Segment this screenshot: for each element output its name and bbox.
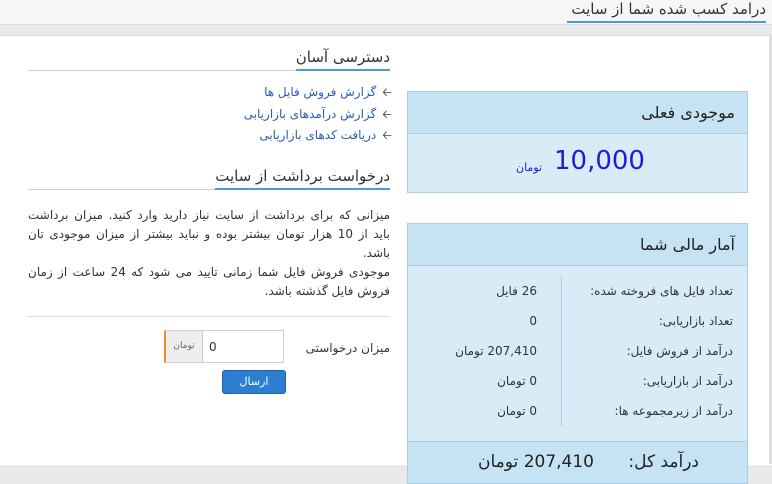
withdraw-heading: درخواست برداشت از سایت — [28, 166, 390, 190]
stat-value-files-sold: 26 فایل — [496, 284, 537, 298]
divider — [28, 316, 390, 317]
withdraw-description: میزانی که برای برداشت از سایت نیاز دارید… — [28, 206, 390, 301]
stat-label-file-sales-income: درآمد از فروش فایل: — [626, 344, 733, 358]
financial-stats-card: آمار مالی شما تعداد فایل های فروخته شده:… — [407, 223, 748, 484]
stat-value-subset-income: 0 تومان — [497, 404, 537, 418]
total-income-value: 207,410 تومان — [478, 452, 594, 472]
stat-value-file-sales-income: 207,410 تومان — [455, 344, 537, 358]
stat-value-marketing-count: 0 — [529, 314, 537, 328]
quick-link-get-marketing-codes[interactable]: 🡠 دریافت کدهای بازاریابی — [152, 126, 392, 144]
stats-title: آمار مالی شما — [408, 224, 747, 266]
stats-divider — [561, 276, 562, 426]
balance-amount: 10,000 — [554, 146, 645, 176]
page-title: درامد کسب شده شما از سایت — [567, 0, 766, 23]
withdraw-title: درخواست برداشت از سایت — [215, 166, 390, 190]
requested-amount-label: میزان درخواستی — [305, 341, 390, 355]
balance-title: موجودی فعلی — [408, 92, 747, 134]
quick-link-label[interactable]: گزارش درآمدهای بازاریابی — [244, 107, 377, 121]
withdraw-description-2: موجودی فروش فایل شما زمانی تایید می شود … — [28, 265, 390, 298]
arrow-left-icon: 🡠 — [382, 107, 392, 121]
balance-unit: تومان — [516, 161, 543, 174]
stat-label-files-sold: تعداد فایل های فروخته شده: — [590, 284, 733, 298]
main-content: موجودی فعلی 10,000 تومان آمار مالی شما ت… — [0, 35, 772, 484]
requested-amount-group: تومان — [164, 330, 284, 363]
arrow-left-icon: 🡠 — [382, 85, 392, 99]
quick-link-label[interactable]: گزارش فروش فایل ها — [264, 85, 376, 99]
withdraw-description-1: میزانی که برای برداشت از سایت نیاز دارید… — [28, 208, 390, 260]
stat-label-marketing-income: درآمد از بازاریابی: — [642, 374, 733, 388]
stat-label-marketing-count: تعداد بازاریابی: — [658, 314, 733, 328]
quick-link-file-sales-report[interactable]: 🡠 گزارش فروش فایل ها — [152, 83, 392, 101]
quick-access-heading: دسترسی آسان — [28, 47, 390, 71]
quick-link-label[interactable]: دریافت کدهای بازاریابی — [259, 128, 376, 142]
submit-button[interactable]: ارسال — [222, 370, 286, 394]
currency-addon: تومان — [166, 331, 203, 362]
quick-link-marketing-income-report[interactable]: 🡠 گزارش درآمدهای بازاریابی — [152, 105, 392, 123]
requested-amount-input[interactable] — [203, 331, 283, 362]
arrow-left-icon: 🡠 — [382, 128, 392, 142]
total-income-label: درآمد کل: — [628, 452, 699, 472]
stat-value-marketing-income: 0 تومان — [497, 374, 537, 388]
quick-access-title: دسترسی آسان — [295, 47, 390, 71]
balance-card: موجودی فعلی 10,000 تومان — [407, 91, 748, 193]
stats-total-bar: درآمد کل: 207,410 تومان — [408, 441, 747, 483]
stat-label-subset-income: درآمد از زیرمجموعه ها: — [614, 404, 733, 418]
